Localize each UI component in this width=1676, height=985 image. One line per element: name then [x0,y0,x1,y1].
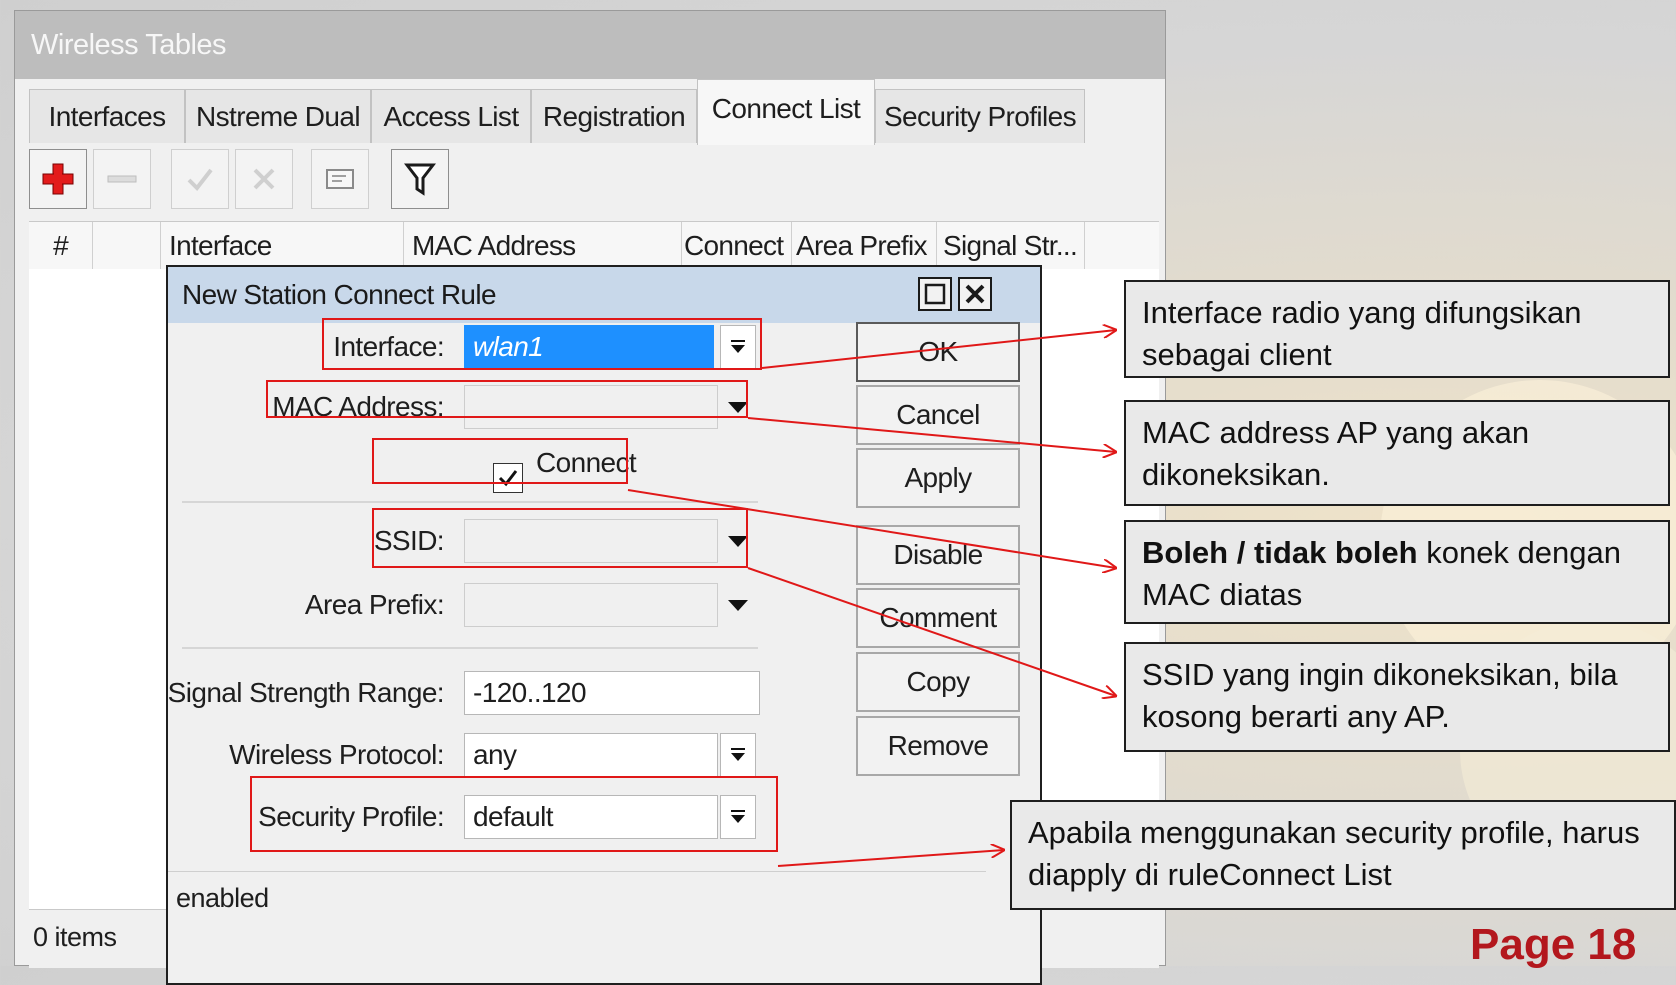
callout-connect-bold: Boleh / tidak boleh [1142,535,1418,570]
wireless-protocol-dropdown[interactable] [720,733,756,777]
remove-rule-button[interactable]: Remove [856,716,1020,776]
callout-interface: Interface radio yang difungsikan sebagai… [1124,280,1670,378]
security-profile-highlight [250,776,778,852]
ssid-highlight [372,508,748,568]
close-icon [965,284,985,304]
column-mac-address[interactable]: MAC Address [404,222,682,270]
callout-mac-address: MAC address AP yang akan dikoneksikan. [1124,400,1670,506]
cancel-button[interactable]: Cancel [856,385,1020,445]
minus-icon [107,175,137,183]
tab-bar: Interfaces Nstreme Dual Access List Regi… [29,79,1159,145]
enable-button[interactable] [171,149,229,209]
comment-rule-button[interactable]: Comment [856,588,1020,648]
items-count: 0 items [33,922,117,952]
divider [182,647,758,649]
filter-icon [404,163,436,196]
comment-button[interactable] [311,149,369,209]
wireless-protocol-label: Wireless Protocol: [229,739,444,770]
window-title: Wireless Tables [15,11,1165,79]
tab-access-list[interactable]: Access List [371,89,531,143]
disable-rule-button[interactable]: Disable [856,525,1020,585]
callout-security-profile: Apabila menggunakan security profile, ha… [1010,800,1676,910]
new-station-connect-rule-dialog: New Station Connect Rule Interface: wlan… [166,265,1042,985]
maximize-button[interactable] [918,277,952,311]
column-number[interactable]: # [29,222,93,270]
interface-highlight [322,318,762,370]
dropdown-arrow-icon [728,600,748,611]
toolbar [29,147,1159,213]
dialog-title-bar: New Station Connect Rule [168,267,1040,323]
tab-nstreme-dual[interactable]: Nstreme Dual [185,89,371,143]
plus-icon [42,163,74,195]
wireless-protocol-field[interactable]: any [464,733,718,777]
add-button[interactable] [29,149,87,209]
disable-button[interactable] [235,149,293,209]
ok-button[interactable]: OK [856,322,1020,382]
dialog-status: enabled [168,871,986,924]
page-number: Page 18 [1470,920,1637,969]
callout-ssid: SSID yang ingin dikoneksikan, bila koson… [1124,642,1670,752]
column-area-prefix[interactable]: Area Prefix [792,222,937,270]
column-interface[interactable]: Interface [161,222,404,270]
connect-highlight [372,438,628,484]
column-connect[interactable]: Connect [682,222,792,270]
remove-button[interactable] [93,149,151,209]
maximize-icon [924,283,946,305]
column-flags[interactable] [93,222,161,270]
area-prefix-label: Area Prefix: [304,589,445,620]
check-icon [187,168,213,192]
table-header: # Interface MAC Address Connect Area Pre… [29,221,1159,271]
column-signal-strength[interactable]: Signal Str... [937,222,1085,270]
area-prefix-dropdown[interactable] [720,583,756,627]
comment-icon [326,169,354,189]
tab-security-profiles[interactable]: Security Profiles [875,89,1085,143]
filter-button[interactable] [391,149,449,209]
cross-icon [253,168,275,190]
tab-registration[interactable]: Registration [531,89,697,143]
dropdown-arrow-icon [731,748,745,761]
signal-strength-label: Signal Strength Range: [167,677,445,708]
apply-button[interactable]: Apply [856,448,1020,508]
mac-address-highlight [266,380,748,418]
signal-strength-field[interactable]: -120..120 [464,671,760,715]
dialog-title: New Station Connect Rule [182,279,497,310]
area-prefix-field[interactable] [464,583,718,627]
callout-connect: Boleh / tidak boleh konek dengan MAC dia… [1124,520,1670,624]
close-button[interactable] [958,277,992,311]
tab-connect-list[interactable]: Connect List [697,79,875,145]
tab-interfaces[interactable]: Interfaces [29,89,185,143]
copy-button[interactable]: Copy [856,652,1020,712]
divider [182,501,758,503]
